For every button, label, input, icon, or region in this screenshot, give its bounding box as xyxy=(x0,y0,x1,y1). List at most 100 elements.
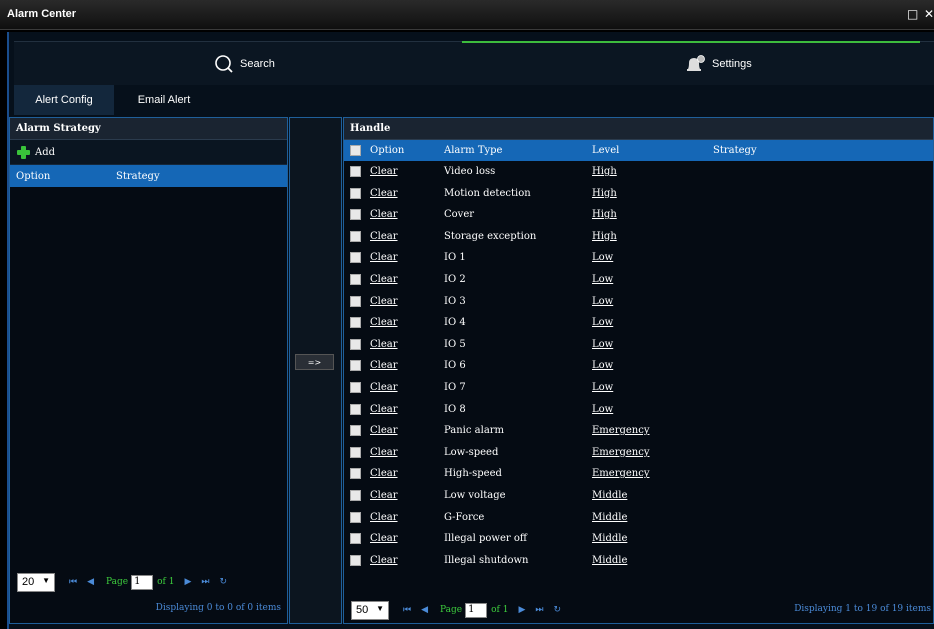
row-checkbox[interactable] xyxy=(350,511,361,523)
table-row[interactable]: Clear IO 5 Low xyxy=(344,334,933,356)
row-checkbox[interactable] xyxy=(350,230,361,242)
nav-search-tab[interactable]: Search xyxy=(214,42,275,86)
clear-link[interactable]: Clear xyxy=(370,209,398,220)
table-row[interactable]: Clear IO 6 Low xyxy=(344,355,933,377)
row-checkbox[interactable] xyxy=(350,273,361,285)
row-checkbox[interactable] xyxy=(350,338,361,350)
table-row[interactable]: Clear Video loss High xyxy=(344,161,933,183)
level-link[interactable]: Emergency xyxy=(592,425,650,436)
move-right-button[interactable]: => xyxy=(295,354,334,370)
level-link[interactable]: Low xyxy=(592,360,613,371)
next-page-icon[interactable]: ▶ xyxy=(184,577,191,587)
row-checkbox[interactable] xyxy=(350,252,361,264)
level-link[interactable]: Low xyxy=(592,252,613,263)
table-row[interactable]: Clear Low-speed Emergency xyxy=(344,442,933,464)
clear-link[interactable]: Clear xyxy=(370,512,398,523)
close-button[interactable]: ✕ xyxy=(924,7,934,21)
panel-title: Handle xyxy=(344,118,933,140)
table-row[interactable]: Clear Cover High xyxy=(344,204,933,226)
table-row[interactable]: Clear IO 4 Low xyxy=(344,312,933,334)
level-link[interactable]: Low xyxy=(592,317,613,328)
table-row[interactable]: Clear IO 2 Low xyxy=(344,269,933,291)
clear-link[interactable]: Clear xyxy=(370,231,398,242)
clear-link[interactable]: Clear xyxy=(370,447,398,458)
clear-link[interactable]: Clear xyxy=(370,555,398,566)
select-all-checkbox[interactable] xyxy=(350,145,361,156)
page-number-input[interactable]: 1 xyxy=(131,574,154,590)
last-page-icon[interactable]: ⏭ xyxy=(201,577,209,587)
first-page-icon[interactable]: ⏮ xyxy=(69,577,77,587)
level-link[interactable]: High xyxy=(592,166,617,177)
level-link[interactable]: Middle xyxy=(592,490,627,501)
table-row[interactable]: Clear Panic alarm Emergency xyxy=(344,420,933,442)
table-row[interactable]: Clear Motion detection High xyxy=(344,183,933,205)
clear-link[interactable]: Clear xyxy=(370,296,398,307)
row-checkbox[interactable] xyxy=(350,446,361,458)
level-link[interactable]: Middle xyxy=(592,512,627,523)
tab-alert-config[interactable]: Alert Config xyxy=(14,85,114,115)
row-checkbox[interactable] xyxy=(350,403,361,415)
clear-link[interactable]: Clear xyxy=(370,188,398,199)
row-checkbox[interactable] xyxy=(350,209,361,221)
page-number-input[interactable]: 1 xyxy=(465,602,488,618)
table-row[interactable]: Clear Illegal shutdown Middle xyxy=(344,550,933,572)
clear-link[interactable]: Clear xyxy=(370,252,398,263)
table-row[interactable]: Clear Low voltage Middle xyxy=(344,485,933,507)
row-checkbox[interactable] xyxy=(350,554,361,566)
level-link[interactable]: Low xyxy=(592,382,613,393)
clear-link[interactable]: Clear xyxy=(370,166,398,177)
level-link[interactable]: Low xyxy=(592,274,613,285)
row-checkbox[interactable] xyxy=(350,317,361,329)
row-checkbox[interactable] xyxy=(350,187,361,199)
prev-page-icon[interactable]: ◀ xyxy=(421,605,428,615)
clear-link[interactable]: Clear xyxy=(370,339,398,350)
row-checkbox[interactable] xyxy=(350,295,361,307)
refresh-icon[interactable]: ↻ xyxy=(220,577,228,587)
level-link[interactable]: Middle xyxy=(592,555,627,566)
last-page-icon[interactable]: ⏭ xyxy=(535,605,543,615)
level-link[interactable]: Low xyxy=(592,339,613,350)
table-row[interactable]: Clear Illegal power off Middle xyxy=(344,528,933,550)
next-page-icon[interactable]: ▶ xyxy=(518,605,525,615)
page-size-select[interactable]: 20 ▼ xyxy=(17,572,55,592)
clear-link[interactable]: Clear xyxy=(370,317,398,328)
table-row[interactable]: Clear IO 8 Low xyxy=(344,399,933,421)
nav-settings-tab[interactable]: Settings xyxy=(684,42,752,86)
level-link[interactable]: High xyxy=(592,188,617,199)
row-checkbox[interactable] xyxy=(350,489,361,501)
clear-link[interactable]: Clear xyxy=(370,490,398,501)
clear-link[interactable]: Clear xyxy=(370,425,398,436)
level-link[interactable]: Emergency xyxy=(592,468,650,479)
level-link[interactable]: High xyxy=(592,231,617,242)
clear-link[interactable]: Clear xyxy=(370,468,398,479)
tab-email-alert[interactable]: Email Alert xyxy=(114,85,214,115)
row-checkbox[interactable] xyxy=(350,425,361,437)
clear-link[interactable]: Clear xyxy=(370,382,398,393)
clear-link[interactable]: Clear xyxy=(370,360,398,371)
clear-link[interactable]: Clear xyxy=(370,533,398,544)
clear-link[interactable]: Clear xyxy=(370,274,398,285)
table-row[interactable]: Clear IO 7 Low xyxy=(344,377,933,399)
maximize-button[interactable]: □ xyxy=(907,7,918,21)
clear-link[interactable]: Clear xyxy=(370,404,398,415)
table-row[interactable]: Clear G-Force Middle xyxy=(344,507,933,529)
row-checkbox[interactable] xyxy=(350,381,361,393)
page-size-select[interactable]: 50 ▼ xyxy=(351,600,389,620)
row-checkbox[interactable] xyxy=(350,468,361,480)
level-link[interactable]: Low xyxy=(592,296,613,307)
level-link[interactable]: Emergency xyxy=(592,447,650,458)
table-row[interactable]: Clear High-speed Emergency xyxy=(344,463,933,485)
level-link[interactable]: Low xyxy=(592,404,613,415)
first-page-icon[interactable]: ⏮ xyxy=(403,605,411,615)
table-row[interactable]: Clear IO 1 Low xyxy=(344,247,933,269)
row-checkbox[interactable] xyxy=(350,533,361,545)
table-row[interactable]: Clear Storage exception High xyxy=(344,226,933,248)
prev-page-icon[interactable]: ◀ xyxy=(87,577,94,587)
level-link[interactable]: High xyxy=(592,209,617,220)
level-link[interactable]: Middle xyxy=(592,533,627,544)
row-checkbox[interactable] xyxy=(350,166,361,177)
add-button[interactable]: Add xyxy=(10,140,287,165)
row-checkbox[interactable] xyxy=(350,360,361,372)
refresh-icon[interactable]: ↻ xyxy=(554,605,562,615)
table-row[interactable]: Clear IO 3 Low xyxy=(344,291,933,313)
